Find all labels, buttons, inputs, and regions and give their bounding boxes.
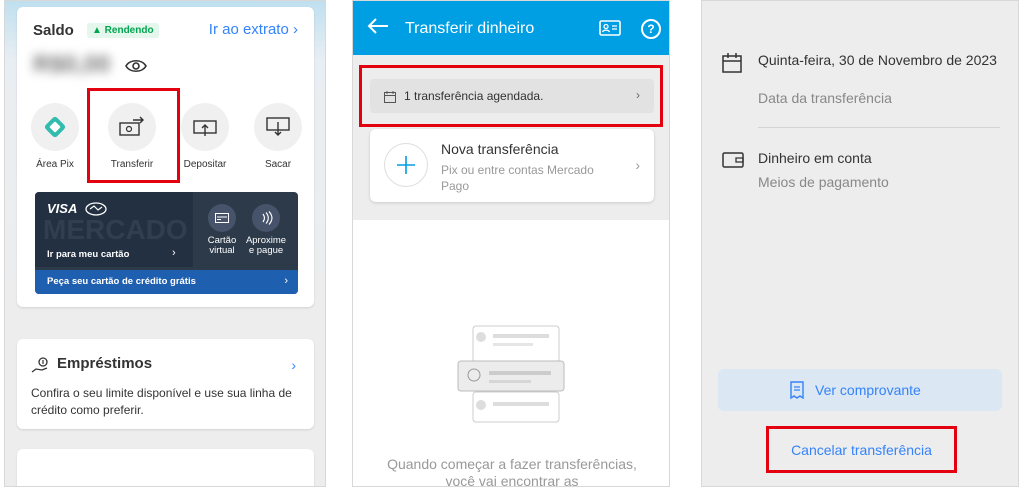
eye-icon[interactable] [125,59,147,78]
new-transfer-title: Nova transferência [441,141,559,157]
loan-hand-icon [31,357,51,380]
transfer-highlight [87,88,180,183]
card-icon [208,204,236,232]
virtual-card-label: Cartão virtual [207,235,237,256]
new-transfer-subtitle: Pix ou entre contas Mercado Pago [441,163,594,193]
pix-icon [31,103,79,151]
withdraw-label: Sacar [264,159,292,170]
plus-icon [384,143,428,187]
request-card-link[interactable]: Peça seu cartão de crédito grátis › [35,270,298,294]
transfer-date-label: Data da transferência [758,90,892,106]
chevron-right-icon: › [172,247,176,259]
pix-area-button[interactable]: Área Pix [25,103,85,170]
extrato-link[interactable]: Ir ao extrato › [209,21,298,38]
contactless-label: Aproxime e pague [245,235,287,256]
pix-area-label: Área Pix [36,159,74,170]
loans-title: Empréstimos [57,355,153,372]
empty-state: Quando começar a fazer transferências, v… [353,220,669,487]
back-arrow-icon[interactable] [367,17,389,40]
transfer-details-screen: Quinta-feira, 30 de Novembro de 2023 Dat… [701,0,1019,487]
top-bar: Transferir dinheiro ? [353,1,669,55]
cancel-transfer-button[interactable]: Cancelar transferência [766,426,957,473]
shortcuts-card [17,449,314,486]
extrato-link-label: Ir ao extrato [208,21,289,38]
scheduled-highlight [359,65,663,127]
empty-state-message: Quando começar a fazer transferências, v… [387,456,637,487]
payment-method-label: Meios de pagamento [758,174,889,190]
transfers-list-illustration [457,325,567,430]
deposit-button[interactable]: Depositar [175,103,235,170]
go-to-card-label: Ir para meu cartão [47,249,130,260]
balance-label: Saldo [33,22,74,39]
chevron-right-icon: › [635,157,640,173]
balance-amount: R$0,00 [33,51,111,78]
contact-card-icon[interactable] [599,20,621,41]
view-receipt-button[interactable]: Ver comprovante [718,369,1002,411]
loans-description: Confira o seu limite disponível e use su… [31,386,292,417]
calendar-icon [722,53,742,78]
deposit-icon [181,103,229,151]
virtual-card-button[interactable]: Cartão virtual [198,204,246,256]
deposit-label: Depositar [183,159,227,170]
chevron-right-icon: › [291,357,296,373]
home-screen: Saldo ▲ Rendendo Ir ao extrato › R$0,00 … [4,0,326,487]
new-transfer-card[interactable]: Nova transferência Pix ou entre contas M… [370,129,654,202]
transfer-date-value: Quinta-feira, 30 de Novembro de 2023 [758,52,997,68]
visa-logo: VISA [47,201,78,216]
wallet-icon [722,152,744,173]
payment-method-value: Dinheiro em conta [758,150,872,166]
contactless-button[interactable]: Aproxime e pague [242,204,290,256]
request-card-label: Peça seu cartão de crédito grátis [47,276,196,287]
transfer-screen: Transferir dinheiro ? 1 transferência ag… [352,0,670,487]
rendendo-badge: ▲ Rendendo [87,23,159,38]
loans-card[interactable]: Empréstimos › Confira o seu limite dispo… [17,339,314,429]
chevron-right-icon: › [284,275,288,287]
help-icon[interactable]: ? [641,19,661,39]
view-receipt-label: Ver comprovante [815,382,921,398]
mercado-handshake-icon [85,202,107,216]
cancel-transfer-label: Cancelar transferência [791,442,932,458]
contactless-icon [252,204,280,232]
credit-card-banner[interactable]: MERCADO VISA Ir para meu cartão › Cartão… [35,192,298,294]
divider [758,127,1000,128]
card-watermark: MERCADO [43,214,188,245]
withdraw-icon [254,103,302,151]
withdraw-button[interactable]: Sacar [248,103,308,170]
card-go-area[interactable]: MERCADO VISA Ir para meu cartão › [35,192,193,267]
screen-title: Transferir dinheiro [405,20,535,37]
receipt-icon [790,381,804,404]
